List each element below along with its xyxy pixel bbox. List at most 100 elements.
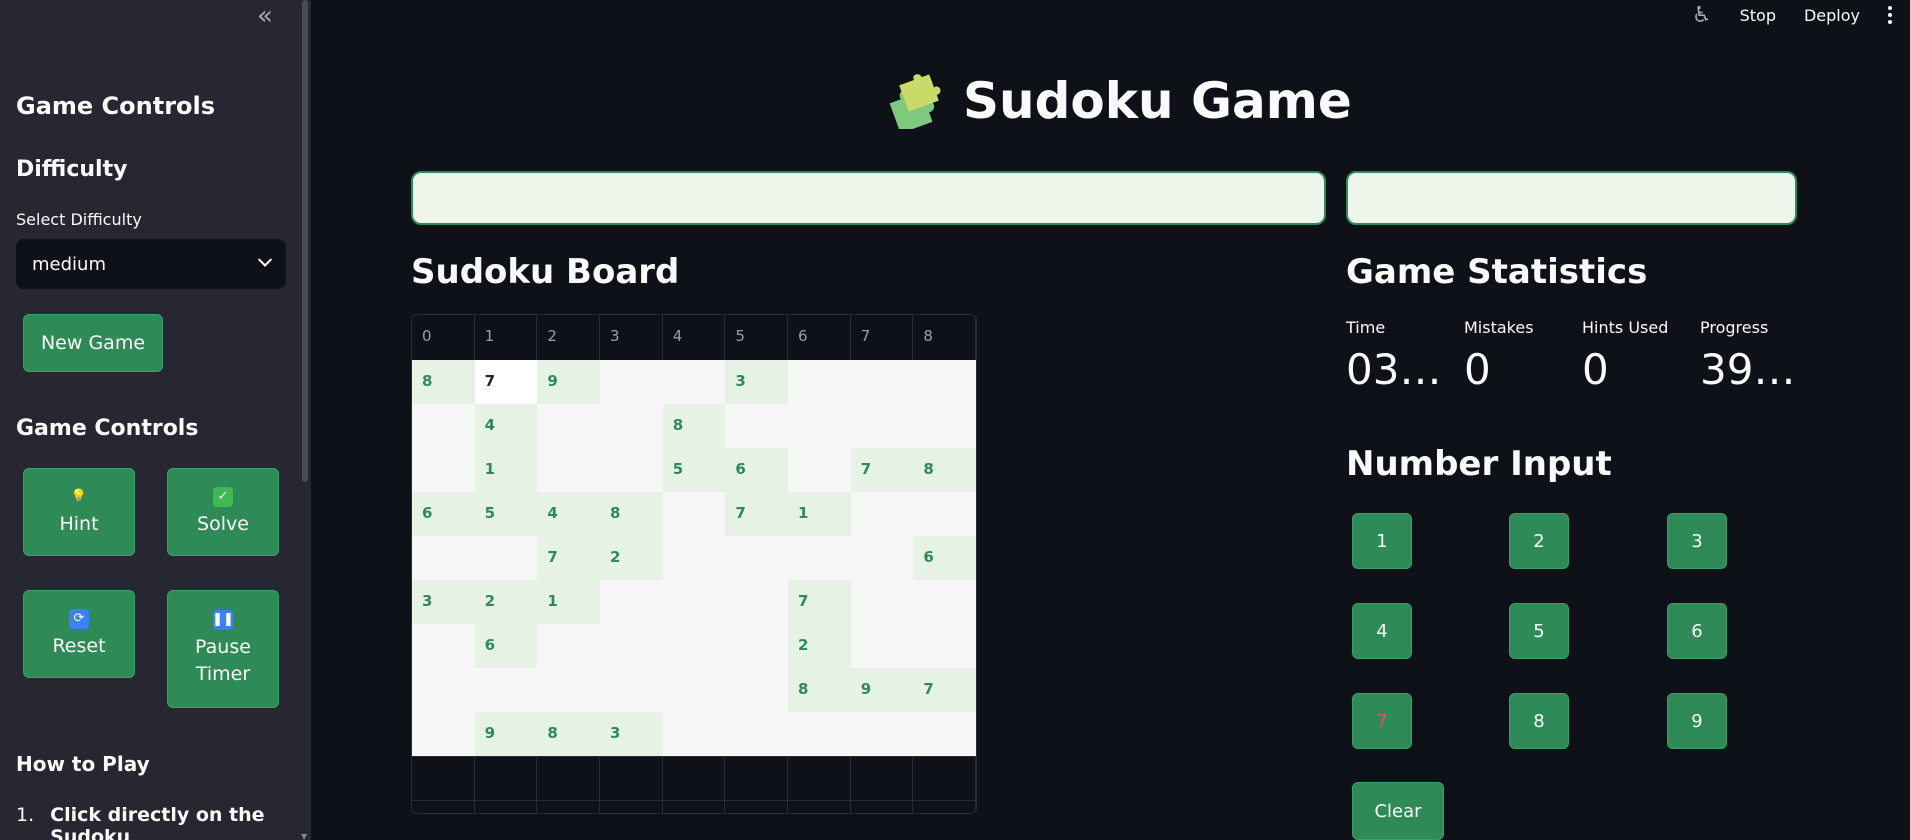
board-cell[interactable]: 2 (600, 536, 663, 580)
board-cell[interactable] (788, 404, 851, 448)
board-cell[interactable] (725, 404, 789, 448)
board-cell[interactable]: 7 (474, 360, 538, 404)
board-cell[interactable] (788, 712, 851, 756)
new-game-button[interactable]: New Game (23, 314, 163, 372)
board-cell[interactable]: 7 (850, 448, 914, 492)
sudoku-board[interactable]: 012345678 879348156786548717263217628979… (411, 314, 977, 814)
board-cell[interactable]: 4 (474, 404, 538, 448)
board-cell[interactable]: 3 (725, 360, 789, 404)
board-cell[interactable] (662, 712, 726, 756)
board-cell[interactable]: 2 (474, 580, 538, 624)
board-cell[interactable]: 6 (412, 492, 475, 536)
board-cell[interactable]: 8 (600, 492, 663, 536)
more-menu-icon[interactable] (1888, 6, 1892, 24)
board-cell[interactable]: 7 (788, 580, 851, 624)
number-button-8[interactable]: 8 (1509, 693, 1569, 749)
board-cell[interactable] (600, 448, 663, 492)
board-cell[interactable] (474, 536, 538, 580)
pause-timer-button[interactable]: ❚❚ Pause Timer (167, 590, 279, 708)
board-cell[interactable] (662, 360, 726, 404)
board-cell[interactable] (412, 448, 475, 492)
board-cell[interactable] (600, 404, 663, 448)
board-cell[interactable] (412, 404, 475, 448)
board-cell[interactable] (662, 624, 726, 668)
board-cell[interactable] (725, 624, 789, 668)
number-button-1[interactable]: 1 (1352, 513, 1412, 569)
board-cell[interactable]: 8 (537, 712, 601, 756)
board-cell[interactable] (725, 668, 789, 712)
board-cell[interactable]: 3 (600, 712, 663, 756)
board-cell[interactable] (850, 360, 914, 404)
board-cell[interactable] (474, 668, 538, 712)
number-button-4[interactable]: 4 (1352, 603, 1412, 659)
board-cell[interactable] (725, 712, 789, 756)
board-cell[interactable]: 6 (725, 448, 789, 492)
number-button-5[interactable]: 5 (1509, 603, 1569, 659)
board-cell[interactable] (600, 580, 663, 624)
board-cell[interactable] (662, 492, 726, 536)
board-cell[interactable] (850, 712, 914, 756)
board-cell[interactable] (725, 580, 789, 624)
board-cell[interactable] (788, 360, 851, 404)
solve-button[interactable]: ✓ Solve (167, 468, 279, 556)
board-cell[interactable] (537, 668, 601, 712)
stop-button[interactable]: Stop (1740, 6, 1776, 25)
board-cell[interactable]: 3 (412, 580, 475, 624)
board-cell[interactable] (600, 624, 663, 668)
board-cell[interactable] (913, 360, 976, 404)
board-cell[interactable] (788, 448, 851, 492)
board-cell[interactable] (537, 448, 601, 492)
board-cell[interactable]: 7 (537, 536, 601, 580)
clear-button[interactable]: Clear (1352, 782, 1444, 840)
board-cell[interactable]: 1 (474, 448, 538, 492)
number-button-3[interactable]: 3 (1667, 513, 1727, 569)
board-cell[interactable] (662, 580, 726, 624)
board-cell[interactable]: 1 (537, 580, 601, 624)
board-cell[interactable] (913, 580, 976, 624)
board-cell[interactable]: 9 (850, 668, 914, 712)
board-cell[interactable]: 8 (788, 668, 851, 712)
number-button-9[interactable]: 9 (1667, 693, 1727, 749)
board-cell[interactable]: 8 (913, 448, 976, 492)
board-cell[interactable]: 5 (662, 448, 726, 492)
board-cell[interactable]: 1 (788, 492, 851, 536)
board-cell[interactable] (850, 624, 914, 668)
board-cell[interactable] (913, 712, 976, 756)
board-cell[interactable]: 6 (474, 624, 538, 668)
board-cell[interactable]: 7 (913, 668, 976, 712)
sidebar-scrollbar[interactable] (302, 0, 308, 482)
board-cell[interactable]: 9 (474, 712, 538, 756)
board-cell[interactable] (850, 492, 914, 536)
board-cell[interactable] (662, 668, 726, 712)
hint-button[interactable]: 💡 Hint (23, 468, 135, 556)
board-cell[interactable]: 8 (662, 404, 726, 448)
number-button-7[interactable]: 7 (1352, 693, 1412, 749)
board-cell[interactable] (537, 624, 601, 668)
board-cell[interactable] (850, 580, 914, 624)
board-cell[interactable]: 4 (537, 492, 601, 536)
board-cell[interactable] (412, 668, 475, 712)
board-cell[interactable] (537, 404, 601, 448)
collapse-sidebar-button[interactable]: « (250, 2, 280, 30)
difficulty-select[interactable]: medium (16, 239, 286, 289)
deploy-button[interactable]: Deploy (1804, 6, 1860, 25)
board-cell[interactable] (600, 360, 663, 404)
board-cell[interactable] (725, 536, 789, 580)
board-cell[interactable] (913, 404, 976, 448)
accessibility-icon[interactable]: ♿ (1692, 3, 1712, 28)
board-cell[interactable] (600, 668, 663, 712)
board-cell[interactable] (850, 536, 914, 580)
board-cell[interactable]: 2 (788, 624, 851, 668)
board-cell[interactable]: 9 (537, 360, 601, 404)
reset-button[interactable]: ⟳ Reset (23, 590, 135, 678)
number-button-2[interactable]: 2 (1509, 513, 1569, 569)
board-cell[interactable]: 6 (913, 536, 976, 580)
board-cell[interactable]: 7 (725, 492, 789, 536)
board-cell[interactable] (412, 624, 475, 668)
number-button-6[interactable]: 6 (1667, 603, 1727, 659)
board-cell[interactable] (913, 624, 976, 668)
board-cell[interactable] (850, 404, 914, 448)
board-cell[interactable] (662, 536, 726, 580)
board-cell[interactable] (412, 536, 475, 580)
board-cell[interactable] (913, 492, 976, 536)
